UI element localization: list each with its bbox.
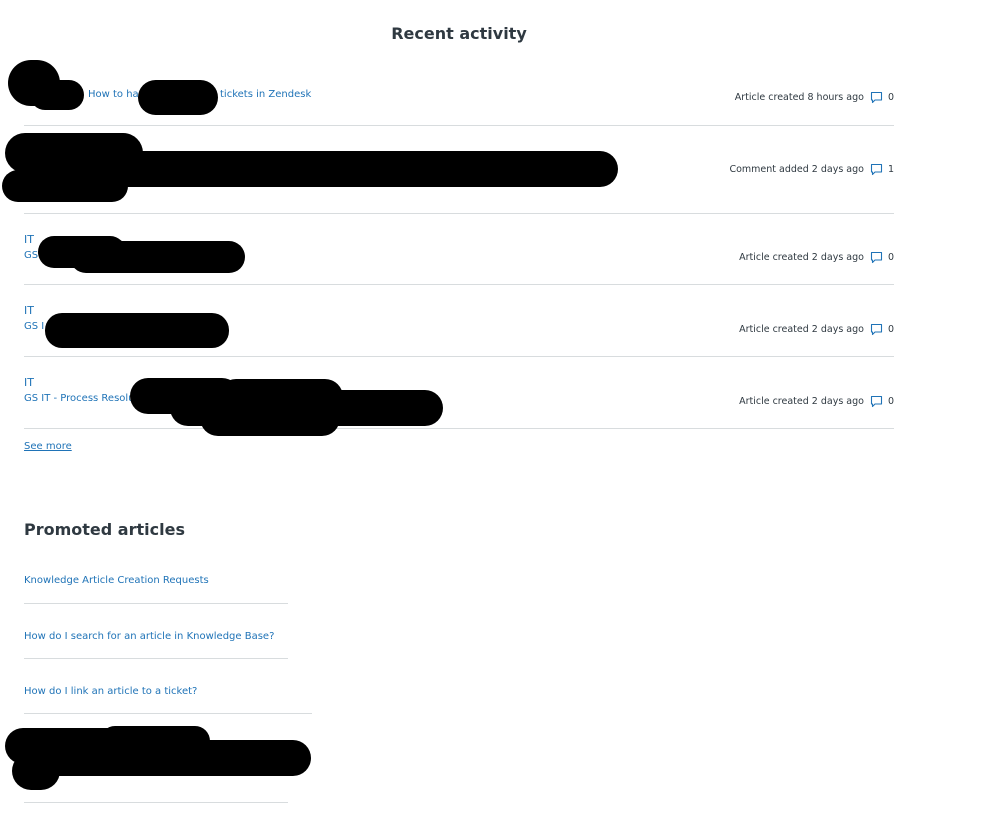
promoted-article-link[interactable]: How do I search for an article in Knowle…: [24, 631, 274, 642]
activity-item-title-tail[interactable]: tickets in Zendesk: [220, 89, 311, 100]
activity-item-meta: Article created 8 hours ago 0: [735, 91, 894, 104]
activity-item-meta: Article created 2 days ago 0: [739, 395, 894, 408]
comment-icon: [870, 395, 883, 408]
activity-meta-text: Article created 2 days ago: [739, 396, 864, 407]
page: Recent activity How to han tickets in Ze…: [0, 0, 992, 817]
activity-item-meta: Comment added 2 days ago 1: [729, 163, 894, 176]
activity-item-title[interactable]: GS IT - Process Resolut: [24, 393, 138, 404]
activity-item-meta: Article created 2 days ago 0: [739, 251, 894, 264]
redaction-mark: [40, 740, 311, 776]
redaction-mark: [138, 80, 218, 115]
promoted-articles-title: Promoted articles: [24, 520, 185, 539]
comment-icon: [870, 91, 883, 104]
promoted-article-item: How do I link an article to a ticket?: [24, 658, 312, 714]
redaction-mark: [45, 313, 229, 348]
comment-icon: [870, 251, 883, 264]
activity-meta-text: Comment added 2 days ago: [729, 164, 864, 175]
activity-meta-text: Article created 8 hours ago: [734, 92, 864, 103]
comment-count: 1: [887, 164, 894, 175]
comment-count: 0: [887, 252, 894, 263]
comment-count: 0: [887, 396, 894, 407]
activity-item-parent[interactable]: IT: [24, 376, 34, 389]
promoted-article-item: Knowledge Article Creation Requests: [24, 558, 288, 604]
redaction-mark: [70, 241, 245, 273]
activity-item-parent[interactable]: IT: [24, 304, 34, 317]
activity-meta-text: Article created 2 days ago: [739, 252, 864, 263]
activity-item-title[interactable]: How to han: [88, 89, 145, 100]
comment-icon: [870, 163, 883, 176]
redaction-mark: [30, 80, 84, 110]
promoted-article-item: How do I search for an article in Knowle…: [24, 603, 288, 659]
activity-item-title[interactable]: GS I: [24, 321, 44, 332]
activity-meta-text: Article created 2 days ago: [739, 324, 864, 335]
activity-item-parent[interactable]: IT: [24, 233, 34, 246]
redaction-mark: [200, 400, 340, 436]
redaction-mark: [2, 170, 128, 202]
activity-item-title[interactable]: GS: [24, 250, 38, 261]
see-more-link[interactable]: See more: [24, 441, 72, 452]
promoted-article-link[interactable]: How do I link an article to a ticket?: [24, 686, 197, 697]
activity-item-meta: Article created 2 days ago 0: [739, 323, 894, 336]
comment-count: 0: [887, 324, 894, 335]
redaction-mark: [12, 752, 60, 790]
comment-count: 0: [887, 92, 894, 103]
promoted-article-link[interactable]: Knowledge Article Creation Requests: [24, 575, 209, 586]
comment-icon: [870, 323, 883, 336]
